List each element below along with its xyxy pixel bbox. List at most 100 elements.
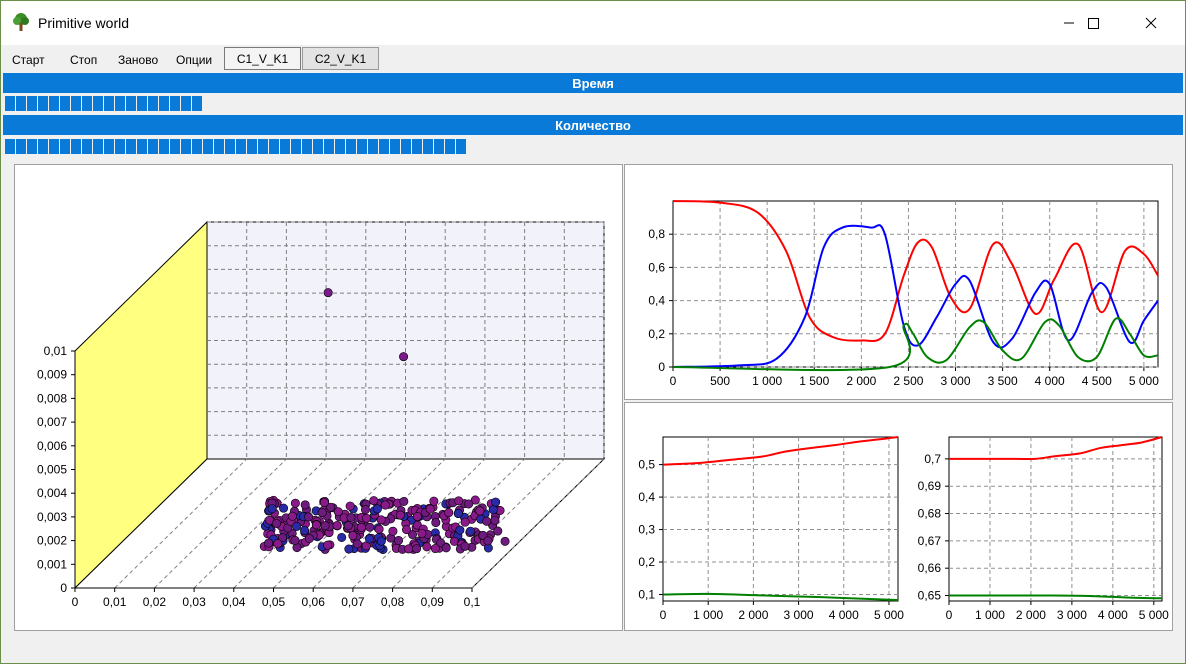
data-point: [376, 515, 386, 525]
menu-stop[interactable]: Стоп: [70, 53, 97, 67]
dynamics-chart[interactable]: 0 500 1 000 1 500 2 000 2 500 3 000 3 500 4 000 4…: [624, 164, 1173, 400]
close-icon: [1145, 17, 1157, 29]
progress-segment: [203, 139, 213, 154]
x-tick-label: 2 000: [846, 374, 876, 388]
y-tick-label: 0,4: [648, 294, 665, 308]
y-tick-label: 0,2: [648, 327, 665, 341]
y-tick-label: 0,66: [918, 561, 942, 575]
x-tick-label: 1 500: [799, 374, 829, 388]
data-point: [365, 522, 375, 532]
scatter-3d-chart[interactable]: 0 0,01 0,02 0,03 0,04 0,05 0,06 0,07 0,08 0,09 0,1…: [14, 164, 623, 631]
data-point: [460, 541, 470, 551]
x-tick-label: 2 500: [893, 374, 923, 388]
progress-segment: [291, 139, 301, 154]
maximize-icon: [1088, 18, 1099, 29]
progress-segment: [247, 139, 257, 154]
y-tick-label: 0,6: [648, 260, 665, 274]
data-point: [292, 521, 302, 531]
progress-segment: [93, 96, 103, 111]
data-point: [453, 509, 463, 519]
data-point: [300, 526, 310, 536]
y-tick-label: 0,002: [37, 534, 67, 548]
progress-segment: [49, 96, 59, 111]
y-tick-label: 0,8: [648, 227, 665, 241]
progress-segment: [16, 139, 26, 154]
data-point: [490, 515, 500, 525]
data-point: [464, 499, 474, 509]
progress-segment: [379, 139, 389, 154]
progress-segment: [148, 96, 158, 111]
x-tick-label: 3 000: [941, 374, 971, 388]
data-point: [493, 526, 503, 536]
progress-segment: [5, 96, 15, 111]
menu-options[interactable]: Опции: [176, 53, 212, 67]
data-point: [482, 516, 492, 526]
data-point: [394, 535, 404, 545]
data-point: [417, 528, 427, 538]
data-point: [304, 534, 314, 544]
menu-start[interactable]: Старт: [12, 53, 45, 67]
progress-segment: [104, 139, 114, 154]
x-tick-label: 5 000: [874, 608, 904, 622]
tree-icon: [13, 13, 29, 31]
x-tick-label: 1 000: [975, 608, 1005, 622]
y-tick-label: 0,003: [37, 510, 67, 524]
data-point: [491, 497, 501, 507]
data-point: [320, 521, 330, 531]
data-point: [352, 539, 362, 549]
progress-segment: [368, 139, 378, 154]
progress-segment: [49, 139, 59, 154]
data-point: [279, 503, 289, 513]
progress-segment: [115, 139, 125, 154]
data-point: [361, 513, 371, 523]
x-tick-label: 5 000: [1129, 374, 1159, 388]
x-tick-label: 2 000: [1016, 608, 1046, 622]
x-tick-label: 0,09: [421, 595, 445, 609]
progress-segment: [71, 139, 81, 154]
progress-segment: [214, 139, 224, 154]
data-point: [319, 498, 329, 508]
data-point: [323, 540, 333, 550]
x-tick-label: 5 000: [1139, 608, 1169, 622]
window-title: Primitive world: [38, 15, 130, 31]
tab-c2-v-k1[interactable]: C2_V_K1: [302, 47, 379, 70]
y-tick-label: 0: [60, 581, 67, 595]
tab-c1-v-k1[interactable]: C1_V_K1: [224, 47, 301, 70]
x-tick-label: 4 000: [1035, 374, 1065, 388]
progress-segment: [269, 139, 279, 154]
progress-segment: [434, 139, 444, 154]
data-point: [287, 511, 297, 521]
progress-segment: [236, 139, 246, 154]
y-tick-label: 0,7: [924, 452, 941, 466]
data-point: [412, 544, 422, 554]
title-bar[interactable]: Primitive world: [1, 1, 1185, 45]
progress-segment: [16, 96, 26, 111]
progress-segment: [181, 96, 191, 111]
progress-segment: [170, 139, 180, 154]
progress-segment: [60, 139, 70, 154]
data-point: [346, 513, 356, 523]
data-point: [500, 536, 510, 546]
x-tick-label: 0,05: [262, 595, 286, 609]
y-tick-label: 0,006: [37, 439, 67, 453]
data-point: [360, 505, 370, 515]
progress-segment: [82, 96, 92, 111]
dynamics-chart-svg: 0 500 1 000 1 500 2 000 2 500 3 000 3 500 4 000 4…: [648, 200, 1159, 388]
data-point: [422, 542, 432, 552]
main-window: Primitive world Старт Стоп Заново Опции …: [0, 0, 1186, 664]
plot-area: [662, 436, 899, 602]
y-tick-label: 0,005: [37, 463, 67, 477]
progress-segment: [445, 139, 455, 154]
menu-restart[interactable]: Заново: [118, 53, 158, 67]
y-tick-label: 0,3: [638, 523, 655, 537]
y-tick-label: 0,5: [638, 458, 655, 472]
time-progress-header: Время: [3, 73, 1183, 93]
data-point: [441, 543, 451, 553]
data-point: [317, 508, 327, 518]
data-point: [376, 536, 386, 546]
y-tick-label: 0,68: [918, 507, 942, 521]
data-point: [332, 521, 342, 531]
maximize-button[interactable]: [1065, 1, 1121, 45]
data-point: [323, 288, 333, 298]
close-button[interactable]: [1123, 1, 1179, 45]
